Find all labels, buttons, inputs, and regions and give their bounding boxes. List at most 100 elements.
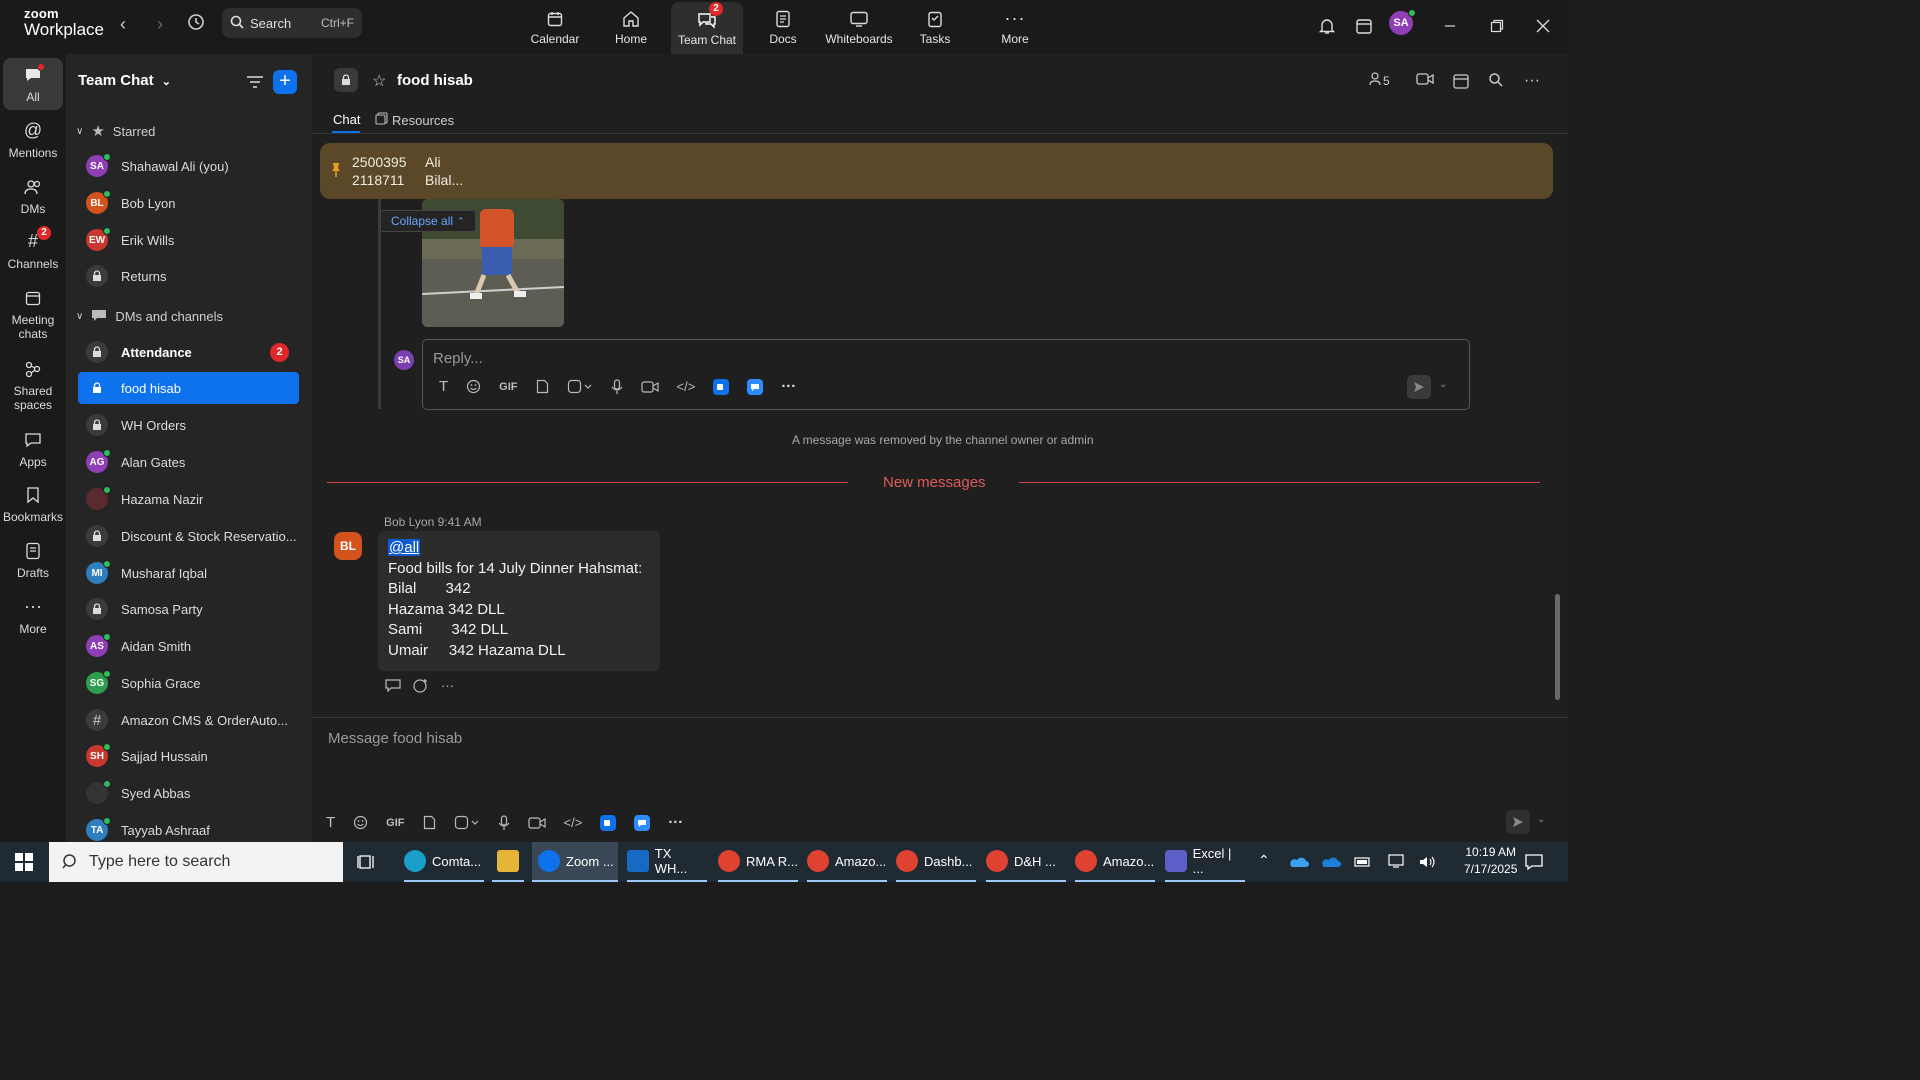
taskbar-app-chrome-rma[interactable]: RMA R... <box>718 842 798 882</box>
send-icon[interactable] <box>1506 810 1530 834</box>
screenshot-icon[interactable] <box>454 815 480 830</box>
message-composer[interactable]: Message food hisab T GIF </> ··· ⌄ <box>312 717 1568 842</box>
code-snippet-icon[interactable]: </> <box>564 815 583 830</box>
sidebar-item-wh-orders[interactable]: WH Orders <box>78 409 299 441</box>
sidebar-item-samosa-party[interactable]: Samosa Party <box>78 593 299 625</box>
network-icon[interactable] <box>1388 854 1406 873</box>
sidebar-title[interactable]: Team Chat ⌄ <box>78 72 171 89</box>
gif-icon[interactable]: GIF <box>386 817 404 829</box>
emoji-icon[interactable] <box>353 815 368 830</box>
nav-tasks[interactable]: Tasks <box>899 0 971 54</box>
taskbar-app-file-explorer[interactable] <box>492 842 524 882</box>
forward-arrow-icon[interactable]: › <box>150 14 170 35</box>
nav-team-chat[interactable]: 2 Team Chat <box>671 1 743 54</box>
channel-title[interactable]: food hisab <box>397 72 473 89</box>
code-snippet-icon[interactable]: </> <box>677 379 696 394</box>
sidebar-item-discount-stock[interactable]: Discount & Stock Reservatio... <box>78 520 299 552</box>
notifications-bell-icon[interactable] <box>1315 14 1339 38</box>
file-icon[interactable] <box>423 815 436 830</box>
onedrive-icon[interactable] <box>1289 855 1309 873</box>
rail-dms[interactable]: DMs <box>3 176 63 216</box>
send-options-chevron-icon[interactable]: ⌄ <box>1537 814 1545 825</box>
rail-all[interactable]: All <box>3 58 63 110</box>
close-icon[interactable] <box>1531 14 1555 38</box>
taskbar-app-outlook[interactable]: TX WH... <box>627 842 707 882</box>
taskbar-app-teams-excel[interactable]: Excel | ... <box>1165 842 1245 882</box>
calendar-status-icon[interactable] <box>1352 14 1376 38</box>
sidebar-item-syed-abbas[interactable]: Syed Abbas <box>78 777 299 809</box>
new-chat-button[interactable]: + <box>273 70 297 94</box>
chat-app-icon[interactable] <box>634 814 651 831</box>
nav-calendar[interactable]: Calendar <box>519 0 591 54</box>
taskbar-app-chrome-amazon[interactable]: Amazo... <box>807 842 887 882</box>
microphone-icon[interactable] <box>498 814 510 831</box>
microphone-icon[interactable] <box>611 378 623 395</box>
windows-start-icon[interactable] <box>15 853 33 876</box>
zoom-app-icon[interactable] <box>600 814 617 831</box>
restore-icon[interactable] <box>1485 14 1509 38</box>
video-clip-icon[interactable] <box>527 816 546 830</box>
add-reaction-icon[interactable] <box>413 678 429 698</box>
sidebar-item-hazama-nazir[interactable]: Hazama Nazir <box>78 483 299 515</box>
nav-more[interactable]: ··· More <box>979 0 1051 54</box>
star-outline-icon[interactable]: ☆ <box>372 71 386 91</box>
sidebar-item-bob-lyon[interactable]: BL Bob Lyon <box>78 187 299 219</box>
message-bubble[interactable]: @all Food bills for 14 July Dinner Hahsm… <box>378 531 660 671</box>
reply-thread-icon[interactable] <box>385 678 401 698</box>
rail-meeting-chats[interactable]: Meeting chats <box>3 287 63 342</box>
dms-section-header[interactable]: ∨ DMs and channels <box>76 308 223 325</box>
battery-icon[interactable] <box>1354 855 1372 873</box>
sidebar-item-shahawal-ali[interactable]: SA Shahawal Ali (you) <box>78 150 299 182</box>
send-options-chevron-icon[interactable]: ⌄ <box>1439 379 1447 390</box>
taskbar-app-chrome-dh[interactable]: D&H ... <box>986 842 1066 882</box>
rail-drafts[interactable]: Drafts <box>3 540 63 580</box>
rail-mentions[interactable]: @ Mentions <box>3 120 63 160</box>
tab-chat[interactable]: Chat <box>333 112 360 127</box>
taskbar-app-chrome-dashboard[interactable]: Dashb... <box>896 842 976 882</box>
sidebar-item-erik-wills[interactable]: EW Erik Wills <box>78 224 299 256</box>
taskbar-search[interactable]: Type here to search <box>49 842 343 882</box>
sidebar-item-musharaf-iqbal[interactable]: MI Musharaf Iqbal <box>78 557 299 589</box>
nav-home[interactable]: Home <box>595 0 667 54</box>
sidebar-item-aidan-smith[interactable]: AS Aidan Smith <box>78 630 299 662</box>
minimize-icon[interactable] <box>1438 14 1462 38</box>
gif-icon[interactable]: GIF <box>499 381 517 393</box>
text-format-icon[interactable]: T <box>439 378 448 395</box>
emoji-icon[interactable] <box>466 379 481 394</box>
video-clip-icon[interactable] <box>640 380 659 394</box>
collapse-all-button[interactable]: Collapse all ⌃ <box>380 210 476 232</box>
more-icon[interactable]: ··· <box>668 814 683 831</box>
more-options-icon[interactable]: ··· <box>1524 72 1540 90</box>
filter-icon[interactable] <box>246 74 264 95</box>
tray-chevron-up-icon[interactable]: ⌃ <box>1258 852 1270 869</box>
starred-section-header[interactable]: ∨ ★ Starred <box>76 122 155 140</box>
notification-center-icon[interactable] <box>1524 852 1544 877</box>
user-avatar[interactable]: SA <box>1389 9 1416 35</box>
schedule-meeting-icon[interactable] <box>1452 72 1470 90</box>
chat-app-icon[interactable] <box>747 378 764 395</box>
sidebar-item-amazon-cms[interactable]: # Amazon CMS & OrderAuto... <box>78 704 299 736</box>
members-button[interactable]: 5 <box>1369 72 1390 89</box>
history-icon[interactable] <box>186 12 206 37</box>
sidebar-item-attendance[interactable]: Attendance 2 <box>78 336 299 368</box>
taskbar-app-zoom[interactable]: Zoom ... <box>532 842 618 882</box>
tab-resources[interactable]: Resources <box>375 112 454 128</box>
more-actions-icon[interactable]: ··· <box>441 678 454 698</box>
sidebar-item-sajjad-hussain[interactable]: SH Sajjad Hussain <box>78 740 299 772</box>
search-bar[interactable]: Search Ctrl+F <box>222 8 362 38</box>
screenshot-icon[interactable] <box>567 379 593 394</box>
search-icon[interactable] <box>1488 72 1504 88</box>
sender-avatar[interactable]: BL <box>334 532 362 560</box>
volume-icon[interactable] <box>1418 854 1438 875</box>
rail-bookmarks[interactable]: Bookmarks <box>3 484 63 524</box>
sidebar-item-returns[interactable]: Returns <box>78 260 299 292</box>
nav-docs[interactable]: Docs <box>747 0 819 54</box>
send-icon[interactable] <box>1407 375 1431 399</box>
back-arrow-icon[interactable]: ‹ <box>113 14 133 35</box>
file-icon[interactable] <box>536 379 549 394</box>
zoom-app-icon[interactable] <box>713 378 730 395</box>
rail-more[interactable]: ··· More <box>3 596 63 636</box>
reply-input[interactable]: Reply... T GIF </> ··· ⌄ <box>422 339 1470 410</box>
taskbar-app-chrome-amazon-2[interactable]: Amazo... <box>1075 842 1155 882</box>
pinned-message-banner[interactable]: 2500395 Ali 2118711 Bilal... <box>320 143 1553 199</box>
